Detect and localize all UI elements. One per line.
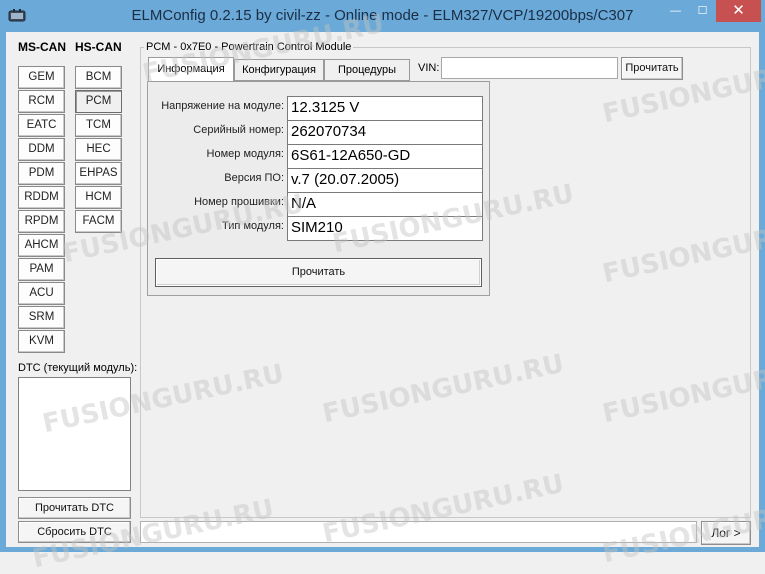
window-title: ELMConfig 0.2.15 by civil-zz - Online mo… bbox=[131, 7, 634, 24]
close-button[interactable]: ✕ bbox=[716, 0, 761, 22]
module-button-facm[interactable]: FACM bbox=[75, 210, 122, 233]
ms-can-module-list: GEM RCM EATC DDM PDM RDDM RPDM AHCM PAM ACU SRM KVM bbox=[18, 66, 66, 356]
info-label: Номер прошивки: bbox=[194, 196, 284, 208]
dtc-list[interactable] bbox=[18, 377, 131, 491]
module-button-rcm[interactable]: RCM bbox=[18, 90, 65, 113]
module-button-bcm[interactable]: BCM bbox=[75, 66, 122, 89]
maximize-button[interactable]: ☐ bbox=[689, 0, 716, 22]
hs-can-module-list: BCM PCM TCM HEC EHPAS HCM FACM bbox=[75, 66, 123, 236]
info-value: v.7 (20.07.2005) bbox=[287, 168, 483, 193]
module-button-tcm[interactable]: TCM bbox=[75, 114, 122, 137]
module-button-hcm[interactable]: HCM bbox=[75, 186, 122, 209]
module-button-pam[interactable]: PAM bbox=[18, 258, 65, 281]
vin-read-button[interactable]: Прочитать bbox=[621, 57, 683, 80]
info-value: 6S61-12A650-GD bbox=[287, 144, 483, 169]
window-frame-right bbox=[759, 32, 765, 552]
dtc-label: DTC (текущий модуль): bbox=[18, 362, 138, 374]
info-label: Версия ПО: bbox=[224, 172, 284, 184]
info-label: Серийный номер: bbox=[193, 124, 284, 136]
log-button[interactable]: Лог > bbox=[701, 521, 751, 545]
module-button-gem[interactable]: GEM bbox=[18, 66, 65, 89]
tab-info[interactable]: Информация bbox=[148, 57, 234, 82]
module-button-acu[interactable]: ACU bbox=[18, 282, 65, 305]
module-button-rddm[interactable]: RDDM bbox=[18, 186, 65, 209]
ms-can-header: MS-CAN bbox=[18, 40, 66, 54]
tab-procedures[interactable]: Процедуры bbox=[324, 59, 410, 81]
app-icon bbox=[8, 9, 26, 22]
read-info-button[interactable]: Прочитать bbox=[155, 258, 482, 287]
module-button-pdm[interactable]: PDM bbox=[18, 162, 65, 185]
module-button-ahcm[interactable]: AHCM bbox=[18, 234, 65, 257]
info-label: Напряжение на модуле: bbox=[161, 100, 284, 112]
module-button-eatc[interactable]: EATC bbox=[18, 114, 65, 137]
module-button-ddm[interactable]: DDM bbox=[18, 138, 65, 161]
module-title: PCM - 0x7E0 - Powertrain Control Module bbox=[144, 41, 354, 53]
module-button-kvm[interactable]: KVM bbox=[18, 330, 65, 353]
tab-configuration[interactable]: Конфигурация bbox=[234, 59, 324, 81]
module-button-srm[interactable]: SRM bbox=[18, 306, 65, 329]
module-button-hec[interactable]: HEC bbox=[75, 138, 122, 161]
module-button-ehpas[interactable]: EHPAS bbox=[75, 162, 122, 185]
info-label: Номер модуля: bbox=[206, 148, 284, 160]
info-value: 12.3125 V bbox=[287, 96, 483, 121]
minimize-button[interactable]: — bbox=[662, 0, 689, 22]
info-value: SIM210 bbox=[287, 216, 483, 241]
vin-input[interactable] bbox=[441, 57, 618, 79]
module-button-rpdm[interactable]: RPDM bbox=[18, 210, 65, 233]
module-button-pcm[interactable]: PCM bbox=[75, 90, 122, 113]
info-value: 262070734 bbox=[287, 120, 483, 145]
hs-can-header: HS-CAN bbox=[75, 40, 122, 54]
info-label: Тип модуля: bbox=[222, 220, 284, 232]
read-dtc-button[interactable]: Прочитать DTC bbox=[18, 497, 131, 519]
vin-label: VIN: bbox=[418, 62, 440, 74]
clear-dtc-button[interactable]: Сбросить DTC bbox=[18, 521, 131, 543]
info-fields: Напряжение на модуле: 12.3125 V Серийный н… bbox=[150, 96, 484, 242]
log-line bbox=[140, 521, 697, 543]
window-frame-bottom bbox=[0, 547, 765, 552]
info-value: N/A bbox=[287, 192, 483, 217]
